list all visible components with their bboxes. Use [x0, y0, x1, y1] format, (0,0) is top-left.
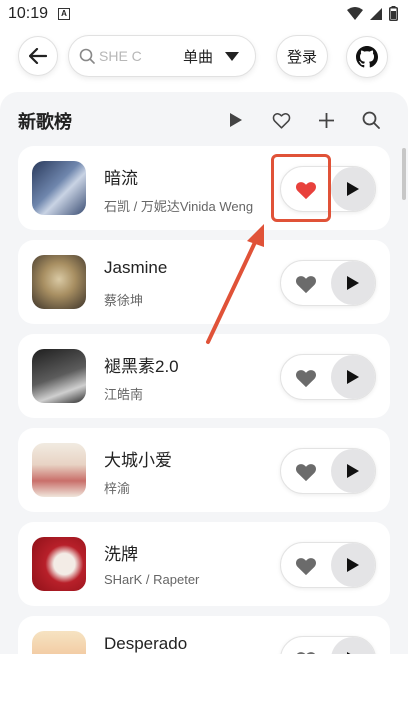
song-actions: [280, 448, 376, 494]
wifi-icon: [347, 6, 363, 20]
search-icon: [79, 48, 95, 64]
play-icon: [347, 182, 359, 196]
like-button[interactable]: [291, 269, 321, 299]
status-indicators: [347, 6, 398, 21]
song-actions: [280, 542, 376, 588]
heart-outline-icon: [272, 112, 290, 129]
play-button[interactable]: [331, 637, 375, 654]
album-cover: [32, 349, 86, 403]
song-artist: 石凯 / 万妮达Vinida Weng: [104, 199, 254, 214]
song-title: 暗流: [104, 169, 138, 188]
like-button[interactable]: [291, 645, 321, 654]
song-title: Desperado: [104, 634, 188, 653]
battery-icon: [389, 6, 398, 21]
search-type-select[interactable]: 单曲: [183, 46, 213, 67]
song-actions: [280, 260, 376, 306]
signal-icon: [370, 7, 382, 20]
like-button[interactable]: [291, 175, 321, 205]
song-artist: 蔡徐坤: [104, 293, 144, 308]
play-icon: [347, 370, 359, 384]
like-button[interactable]: [291, 457, 321, 487]
song-artist: 江皓南: [104, 387, 144, 402]
song-title: 大城小爱: [104, 451, 172, 470]
song-actions: [280, 354, 376, 400]
play-button[interactable]: [331, 449, 375, 493]
status-bar: 10:19 A: [0, 0, 408, 28]
list-title: 新歌榜: [18, 112, 72, 132]
like-button[interactable]: [291, 551, 321, 581]
album-cover: [32, 443, 86, 497]
album-cover: [32, 537, 86, 591]
back-arrow-icon: [29, 48, 47, 64]
search-input[interactable]: [99, 48, 167, 64]
play-icon: [230, 113, 242, 127]
song-artist: 梓渝: [104, 481, 131, 496]
scrollbar[interactable]: [402, 148, 406, 200]
like-all-button[interactable]: [270, 109, 292, 131]
panel-header: 新歌榜: [0, 92, 408, 146]
song-row[interactable]: 洗牌 SHarK / Rapeter: [18, 522, 390, 606]
list-search-button[interactable]: [360, 109, 382, 131]
song-artist: SHarK / Rapeter: [104, 572, 200, 587]
heart-icon: [295, 557, 317, 575]
status-time: 10:19: [8, 5, 49, 22]
play-button[interactable]: [331, 355, 375, 399]
top-bar: 单曲 登录: [0, 34, 408, 78]
search-box[interactable]: 单曲: [68, 35, 256, 77]
album-cover: [32, 255, 86, 309]
song-row[interactable]: 大城小爱 梓渝: [18, 428, 390, 512]
add-button[interactable]: [315, 109, 337, 131]
heart-icon: [295, 369, 317, 387]
search-icon: [362, 111, 380, 129]
song-row[interactable]: Jasmine 蔡徐坤: [18, 240, 390, 324]
heart-icon: [295, 463, 317, 481]
song-row[interactable]: 褪黑素2.0 江皓南: [18, 334, 390, 418]
album-cover: [32, 631, 86, 654]
song-actions: [280, 636, 376, 654]
plus-icon: [318, 112, 334, 128]
play-icon: [347, 464, 359, 478]
bottom-blank-area: [0, 654, 408, 725]
song-title: Jasmine: [104, 258, 168, 277]
song-list-panel: 新歌榜 暗流 石凯 / 万妮达Vinida Weng Jasmine 蔡徐坤 褪…: [0, 92, 408, 654]
play-icon: [347, 558, 359, 572]
play-button[interactable]: [331, 543, 375, 587]
back-button[interactable]: [18, 36, 58, 76]
heart-icon: [295, 181, 317, 199]
github-icon: [356, 46, 378, 68]
github-button[interactable]: [346, 36, 388, 78]
login-button[interactable]: 登录: [276, 35, 328, 77]
song-row[interactable]: 暗流 石凯 / 万妮达Vinida Weng: [18, 146, 390, 230]
album-cover: [32, 161, 86, 215]
song-actions: [280, 166, 376, 212]
like-button[interactable]: [291, 363, 321, 393]
song-title: 褪黑素2.0: [104, 357, 179, 376]
play-icon: [347, 276, 359, 290]
heart-icon: [295, 275, 317, 293]
play-button[interactable]: [331, 261, 375, 305]
caret-down-icon[interactable]: [225, 51, 240, 61]
play-all-button[interactable]: [225, 109, 247, 131]
song-row[interactable]: Desperado: [18, 616, 390, 654]
song-title: 洗牌: [104, 545, 138, 564]
app-notification-icon: A: [58, 8, 71, 20]
play-button[interactable]: [331, 167, 375, 211]
